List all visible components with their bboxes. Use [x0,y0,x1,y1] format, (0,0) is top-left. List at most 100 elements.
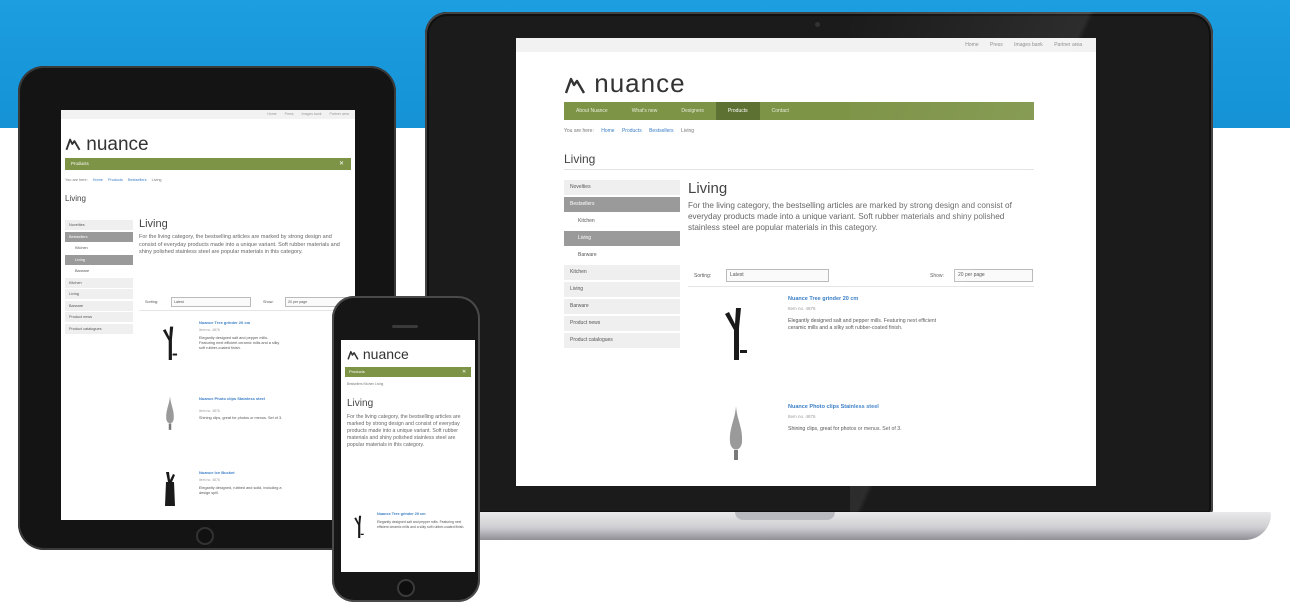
product-title[interactable]: Nuance Photo clips Stainless steel [788,404,879,410]
category-title: Living [139,218,168,230]
breadcrumb-products[interactable]: Products [622,128,642,134]
top-link-home[interactable]: Home [267,112,276,116]
top-link-partner[interactable]: Partner area [330,112,349,116]
nav-products[interactable]: Products [715,102,760,120]
sorting-label: Sorting: [145,300,159,304]
breadcrumb-bestsellers[interactable]: Bestsellers [128,178,147,182]
sidebar-item-product-news[interactable]: Product news [564,316,680,331]
nuance-logo-icon [347,350,359,360]
breadcrumb: You are here: Home Products Bestsellers … [65,178,166,182]
sorting-select[interactable]: Latest [171,297,251,307]
sidebar-item-product-news[interactable]: Product news [65,312,133,322]
site-logo[interactable]: nuance [564,68,686,99]
product-description: Elegantly designed salt and pepper mills… [377,520,465,529]
sidebar-item-novelties[interactable]: Novelties [65,220,133,230]
sidebar-item-living[interactable]: Living [564,282,680,297]
sidebar-item-catalogues[interactable]: Product catalogues [564,333,680,348]
tree-grinder-icon [162,326,178,360]
site-logo[interactable]: nuance [347,346,409,362]
tablet-home-button[interactable] [196,527,214,545]
breadcrumb-prefix: You are here: [65,178,88,182]
product-item[interactable]: Nuance Ice Bucket Item no. 4876 Elegantl… [139,470,351,520]
breadcrumb-current: Living [680,128,695,134]
product-description: Elegantly designed, rubbed and solid, in… [199,486,282,496]
top-link-images[interactable]: Images bank [302,112,322,116]
product-title[interactable]: Nuance Photo clips Stainless steel [199,396,279,401]
breadcrumb: You are here: Home Products Bestsellers … [564,128,700,134]
sort-bar: Sorting: Latest Show: 20 per page [688,266,1034,287]
product-number: Item no. 4876 [788,414,816,419]
laptop-website: Home Press Images bank Partner area nuan… [516,38,1096,486]
phone-screen: nuance Products ✕ Bestsellers Kitchen Li… [341,340,475,572]
nav-about[interactable]: About Nuance [564,102,620,120]
breadcrumb-current: Living [151,178,162,182]
product-number: Item no. 4876 [199,478,220,482]
top-link-partner[interactable]: Partner area [1054,42,1082,48]
close-icon[interactable]: ✕ [339,158,344,170]
sidebar-item-bestsellers[interactable]: Bestsellers [564,197,680,212]
page-title: Living [65,194,86,203]
sidebar-item-kitchen[interactable]: Kitchen [564,265,680,280]
category-title: Living [688,180,728,197]
page-title: Living [564,152,596,166]
sidebar-subitem-kitchen[interactable]: Kitchen [65,243,133,253]
top-link-press[interactable]: Press [285,112,294,116]
breadcrumb-home[interactable]: Home [93,178,103,182]
product-title[interactable]: Nuance Tree grinder 20 cm [199,320,279,325]
category-sidebar: Novelties Bestsellers Kitchen Living Bar… [65,220,133,335]
tree-grinder-icon [725,308,747,360]
mobile-nav-toggle[interactable]: Products [345,367,471,377]
product-item[interactable]: Nuance Tree grinder 20 cm Item no. 4876 … [688,296,1034,376]
breadcrumb-bestsellers[interactable]: Bestsellers [649,128,673,134]
breadcrumb-products[interactable]: Products [108,178,123,182]
sorting-select[interactable]: Latest [726,269,829,282]
sidebar-item-novelties[interactable]: Novelties [564,180,680,195]
sidebar-item-bestsellers[interactable]: Bestsellers [65,231,133,242]
top-link-home[interactable]: Home [965,42,978,48]
close-icon[interactable]: ✕ [462,367,466,377]
laptop-notch [735,512,835,520]
sorting-label: Sorting: [694,273,712,279]
top-link-press[interactable]: Press [990,42,1003,48]
product-title[interactable]: Nuance Ice Bucket [199,470,279,475]
sidebar-subitem-kitchen[interactable]: Kitchen [564,214,680,229]
logo-text: nuance [594,68,686,98]
nav-whats-new[interactable]: What's new [620,102,670,120]
sidebar-item-barware[interactable]: Barware [564,299,680,314]
sidebar-subitem-barware[interactable]: Barware [564,248,680,263]
show-label: Show: [263,300,274,304]
show-select[interactable]: 20 per page [954,269,1033,282]
breadcrumb-prefix: You are here: [564,128,594,134]
phone-home-button[interactable] [397,579,415,597]
sidebar-item-barware[interactable]: Barware [65,300,133,311]
sidebar-item-living[interactable]: Living [65,289,133,299]
product-item[interactable]: Nuance Photo clips Stainless steel Item … [688,404,1034,484]
category-description: For the living category, the bestselling… [139,234,340,255]
nuance-logo-icon [65,138,81,151]
mobile-nav-toggle[interactable]: Products [65,158,351,170]
product-title[interactable]: Nuance Tree grinder 20 cm [377,512,426,516]
nav-contact[interactable]: Contact [760,102,801,120]
product-title[interactable]: Nuance Tree grinder 20 cm [788,296,858,302]
top-links: Home Press Images bank Partner area [61,110,355,119]
product-item[interactable]: Nuance Photo clips Stainless steel Item … [139,396,351,452]
sidebar-item-catalogues[interactable]: Product catalogues [65,323,133,334]
sidebar-item-kitchen[interactable]: Kitchen [65,277,133,288]
category-sidebar: Novelties Bestsellers Kitchen Living Bar… [564,180,680,350]
drop-stopper-icon [729,406,743,460]
top-link-images[interactable]: Images bank [1014,42,1043,48]
breadcrumb-home[interactable]: Home [601,128,614,134]
sidebar-subitem-barware[interactable]: Barware [65,266,133,276]
product-item[interactable]: Nuance Tree grinder 20 cm Item no. 4876 … [139,320,351,376]
divider [564,169,1034,170]
drop-stopper-icon [166,396,174,430]
product-number: Item no. 4876 [199,328,220,332]
product-description: Elegantly designed salt and pepper mills… [199,336,280,351]
product-description: Shining clips, great for photos or menus… [788,426,902,432]
laptop-screen: Home Press Images bank Partner area nuan… [516,38,1096,486]
sidebar-subitem-living[interactable]: Living [564,231,680,246]
site-logo[interactable]: nuance [65,134,149,156]
logo-text: nuance [362,346,409,362]
nav-designers[interactable]: Designers [669,102,716,120]
sidebar-subitem-living[interactable]: Living [65,254,133,265]
